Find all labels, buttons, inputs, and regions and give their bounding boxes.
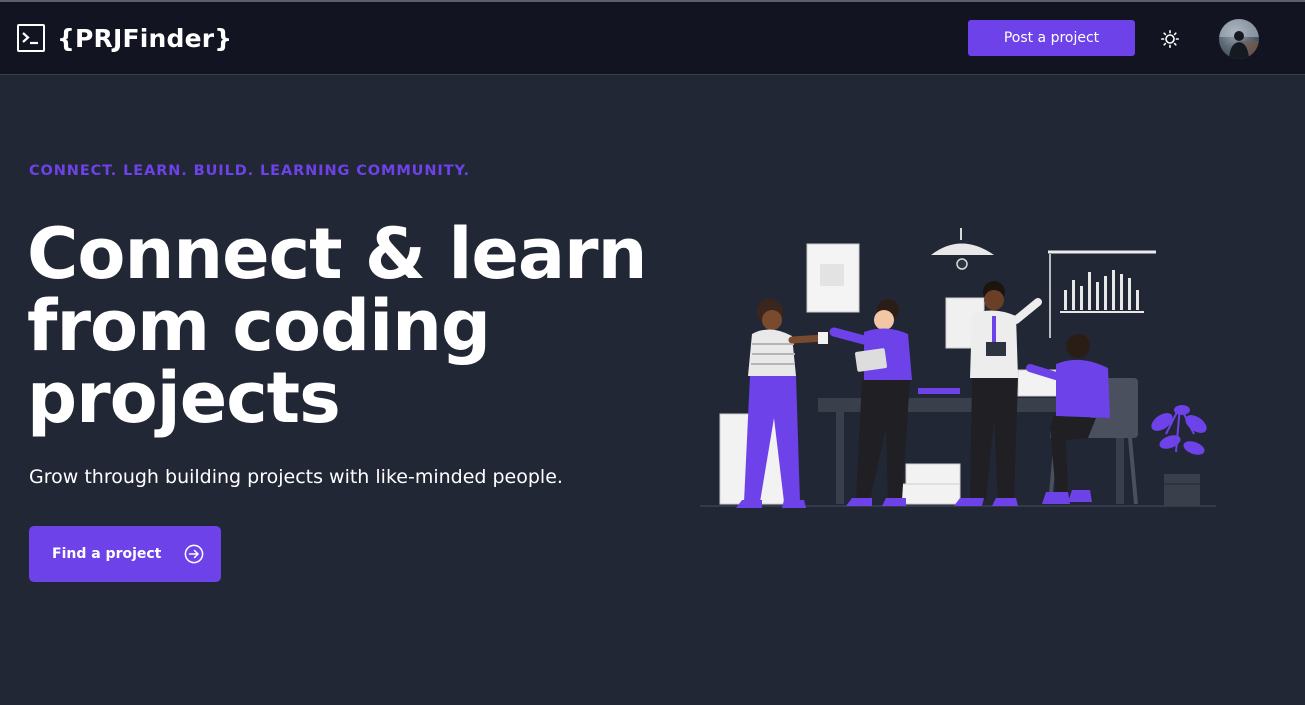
logo[interactable]: {PRJFinder} [17, 22, 232, 54]
logo-text: {PRJFinder} [57, 23, 233, 53]
team-collaboration-illustration [696, 228, 1236, 518]
find-project-label: Find a project [52, 546, 162, 562]
arrow-right-circle-icon [184, 544, 204, 564]
user-avatar[interactable] [1219, 19, 1259, 59]
navbar: {PRJFinder} Post a project [0, 2, 1305, 75]
find-project-button[interactable]: Find a project [29, 526, 221, 582]
hero-headline: Connect & learn from coding projects [27, 213, 647, 439]
avatar-photo [1219, 19, 1259, 59]
hero-tagline: CONNECT. LEARN. BUILD. LEARNING COMMUNIT… [29, 163, 470, 179]
terminal-icon [17, 24, 45, 52]
post-project-button[interactable]: Post a project [968, 20, 1135, 56]
hero-subtitle: Grow through building projects with like… [29, 466, 563, 488]
theme-toggle-button[interactable] [1158, 27, 1182, 51]
sun-icon [1161, 30, 1179, 48]
